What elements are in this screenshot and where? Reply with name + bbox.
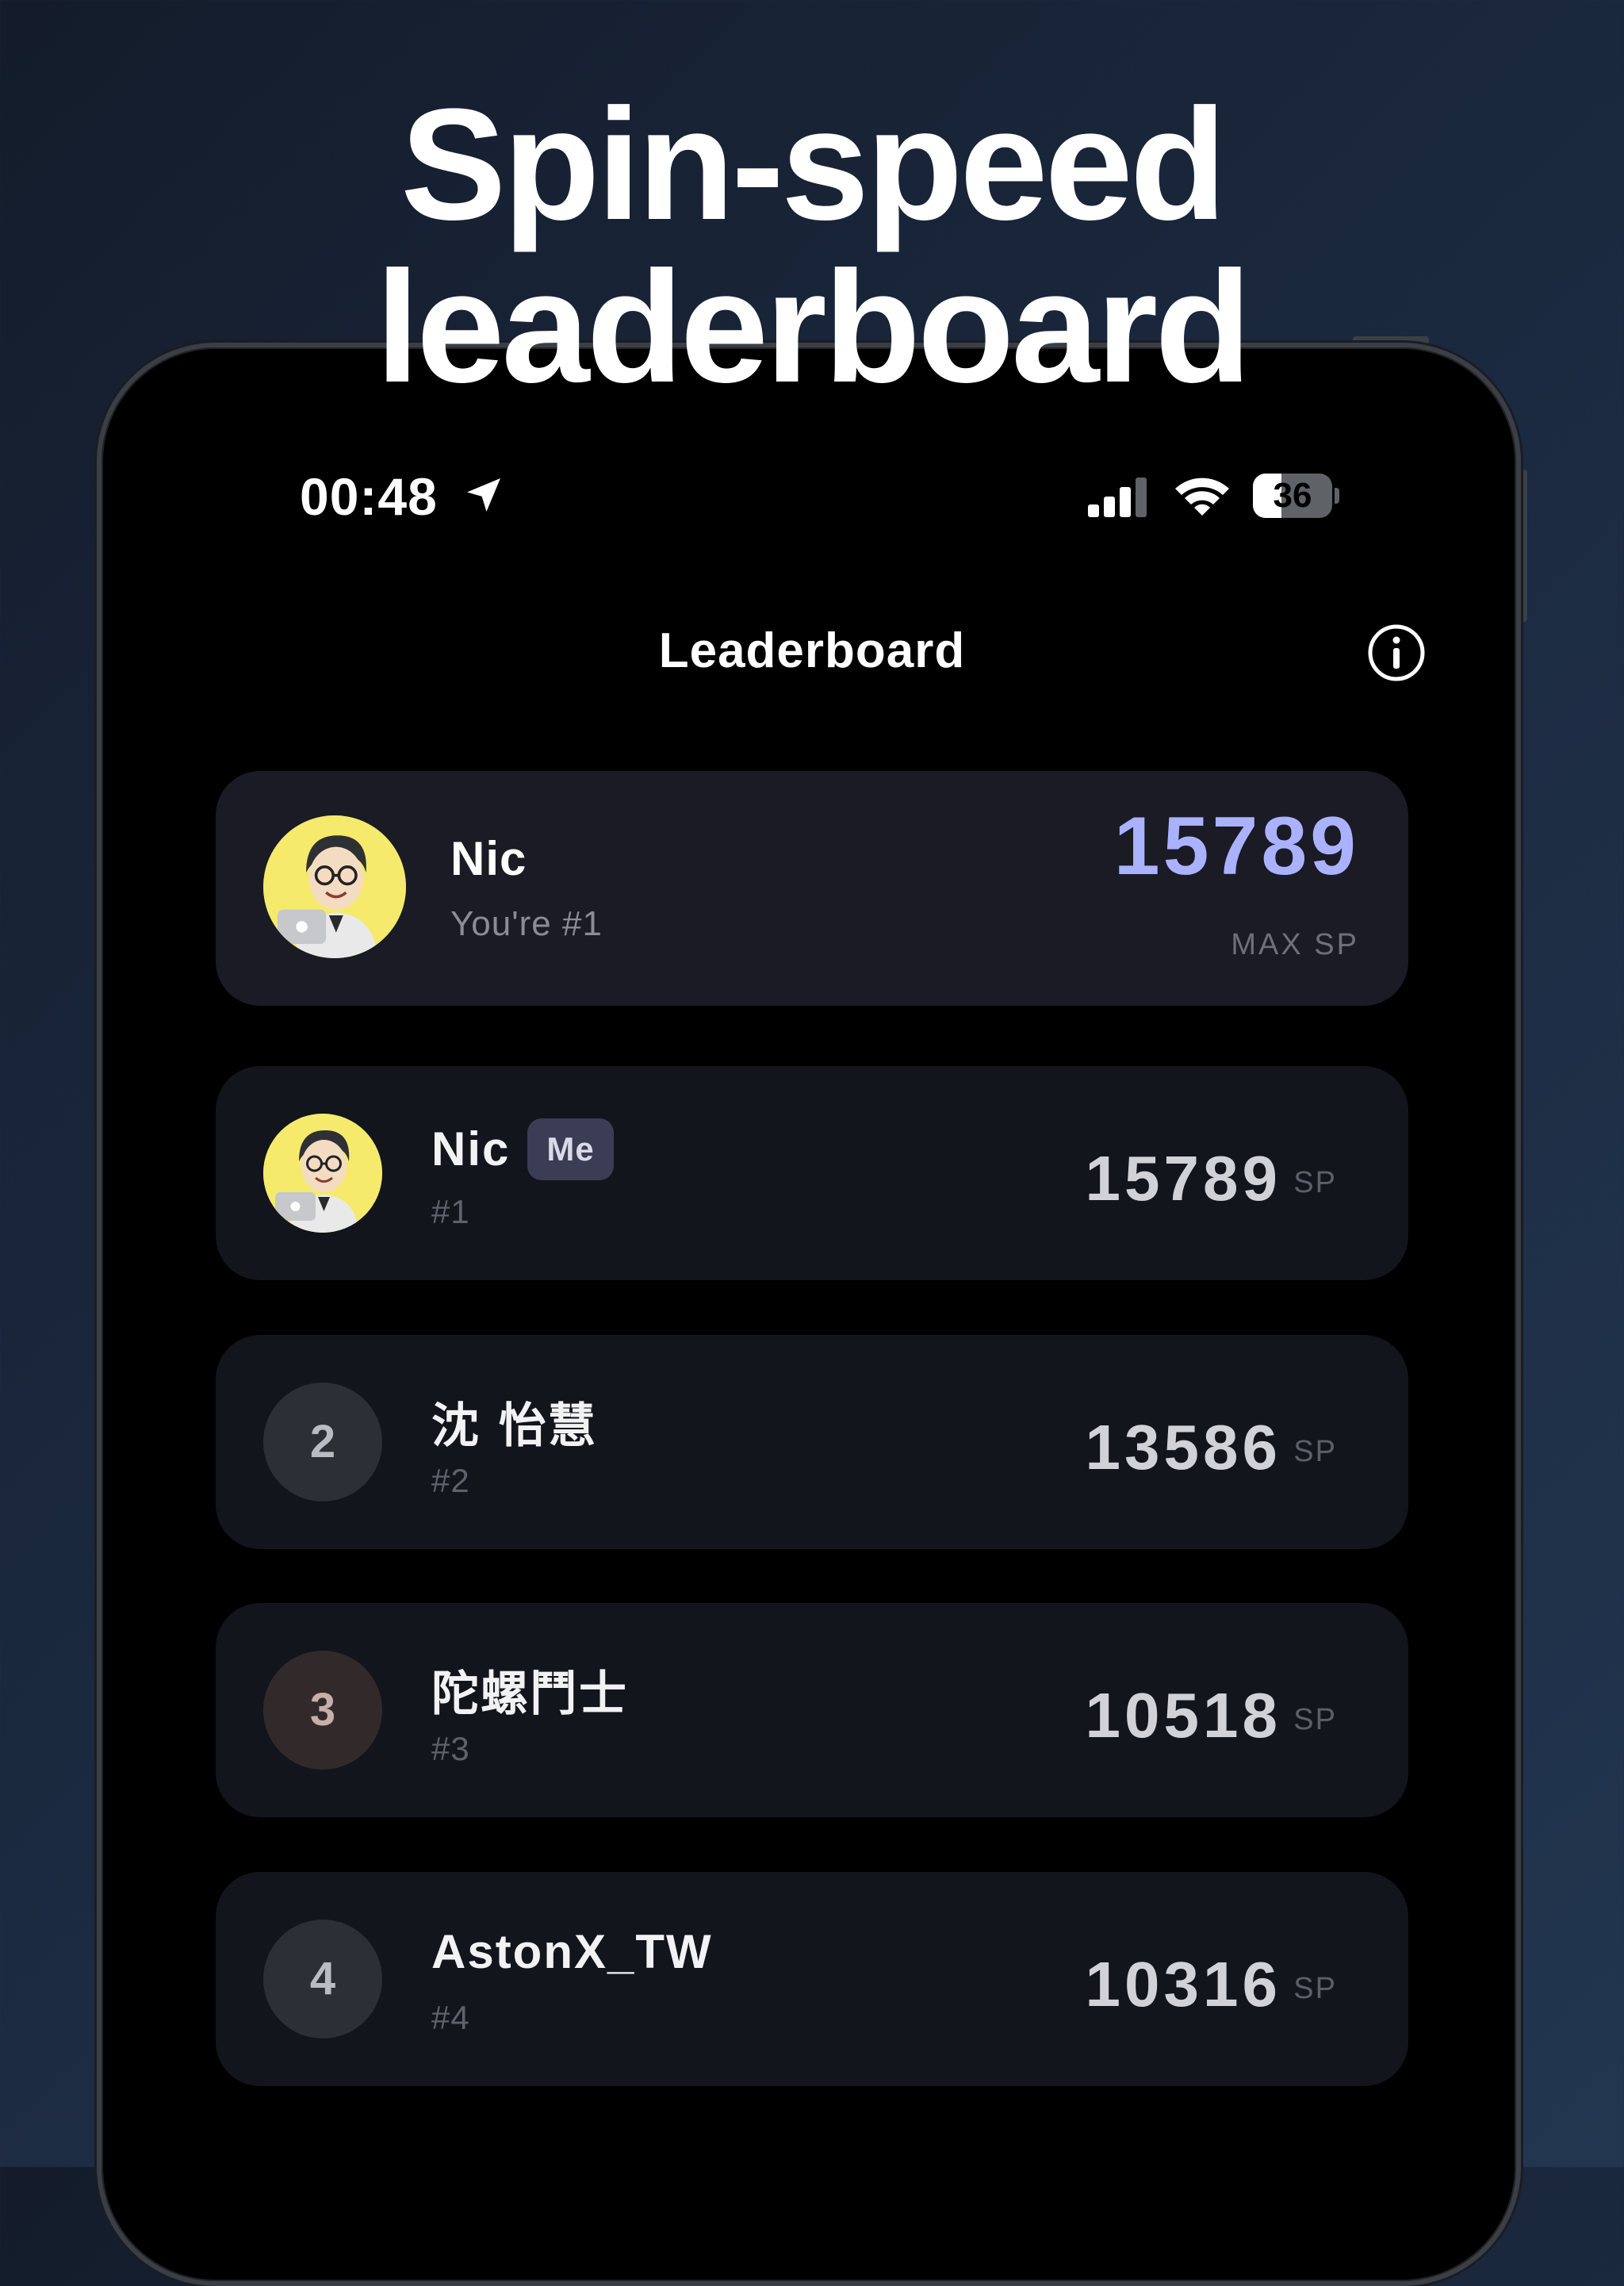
leaderboard-row[interactable]: 3 陀螺鬥士 #3 10518 SP	[216, 1603, 1408, 1817]
rank-number-badge: 2	[263, 1383, 382, 1502]
leaderboard-row[interactable]: 4 AstonX_TW #4 10316 SP	[216, 1872, 1408, 2086]
hero-subtitle: You're #1	[450, 904, 603, 943]
player-name: 陀螺鬥士	[431, 1667, 628, 1722]
wifi-icon	[1175, 478, 1229, 516]
player-rank-label: #1	[431, 1193, 470, 1230]
headline-line-2: leaderboard	[375, 239, 1252, 416]
rank-number-badge: 4	[263, 1920, 382, 2039]
cartoon-avatar-icon	[263, 815, 406, 958]
rank-number-badge: 3	[263, 1651, 382, 1770]
player-rank-label: #4	[431, 1999, 470, 2036]
cartoon-avatar-icon	[263, 1114, 382, 1233]
player-rank-label: #2	[431, 1462, 470, 1499]
battery-icon: 36	[1253, 474, 1339, 518]
battery-body: 36	[1253, 474, 1332, 518]
leaderboard-row[interactable]: 2 沈 怡慧 #2 13586 SP	[216, 1335, 1408, 1549]
player-name: AstonX_TW	[431, 1925, 713, 1978]
headline-line-1: Spin-speed	[400, 76, 1227, 253]
score-unit: SP	[1293, 1435, 1337, 1468]
player-score: 15789	[1085, 1143, 1281, 1214]
score-unit: SP	[1293, 1166, 1337, 1199]
score-unit: SP	[1293, 1703, 1337, 1736]
info-icon[interactable]	[1367, 623, 1426, 682]
user-avatar	[263, 815, 406, 958]
marketing-headline: Spin-speed leaderboard	[0, 83, 1624, 408]
hero-player-name: Nic	[450, 832, 527, 885]
hero-score-unit: MAX SP	[1231, 928, 1359, 961]
player-name: 沈 怡慧	[431, 1398, 597, 1454]
player-rank-label: #3	[431, 1730, 470, 1767]
battery-tip	[1335, 488, 1339, 504]
score-unit: SP	[1293, 1972, 1337, 2005]
leaderboard-row[interactable]: Nic Me #1 15789 SP	[216, 1066, 1408, 1280]
user-avatar	[263, 1114, 382, 1233]
location-arrow-icon	[467, 478, 500, 512]
hero-max-score: 15789	[1113, 800, 1359, 892]
me-badge: Me	[527, 1118, 614, 1180]
player-name-text: Nic	[431, 1122, 511, 1176]
my-rank-summary-card[interactable]: Nic You're #1 15789 MAX SP	[216, 771, 1408, 1006]
status-time: 00:48	[300, 467, 438, 526]
player-name: Nic Me	[431, 1118, 614, 1180]
player-score: 13586	[1085, 1412, 1281, 1482]
cellular-signal-icon	[1088, 478, 1147, 517]
player-score: 10316	[1085, 1949, 1281, 2019]
player-score: 10518	[1085, 1680, 1281, 1751]
battery-level: 36	[1273, 476, 1312, 515]
